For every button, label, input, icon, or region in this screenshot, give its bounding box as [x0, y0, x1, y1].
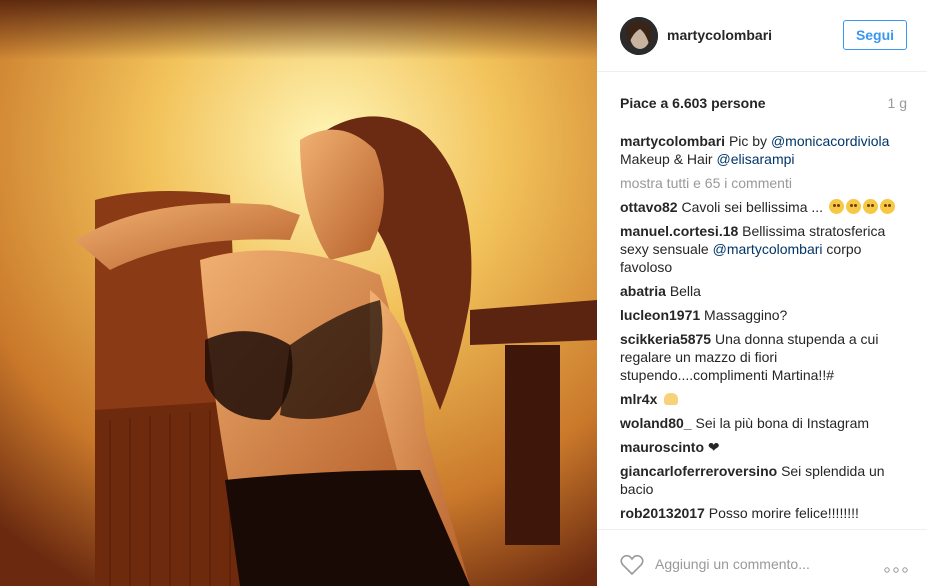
comment-username[interactable]: scikkeria5875	[620, 331, 711, 347]
comment-mention[interactable]: @martycolombari	[713, 241, 823, 257]
heart-outline-icon-svg	[620, 554, 644, 576]
list-item: abatria Bella	[620, 282, 909, 300]
post-author-username[interactable]: martycolombari	[667, 27, 772, 43]
list-item: scikkeria5875 Una donna stupenda a cui r…	[620, 330, 909, 384]
caption-text: Makeup & Hair	[620, 151, 713, 167]
caption: martycolombari Pic by @monicacordiviola …	[620, 132, 909, 168]
comment-text: Sei la più bona di Instagram	[695, 415, 870, 431]
comment-username[interactable]: rob20132017	[620, 505, 705, 521]
post-photo-image	[0, 0, 597, 586]
heart-outline-icon[interactable]	[620, 554, 644, 581]
caption-text: Pic by	[728, 133, 768, 149]
list-item: ottavo82 Cavoli sei bellissima ...	[620, 198, 909, 216]
kissing-face-icon	[845, 199, 861, 214]
instagram-post: martycolombari Segui Piace a 6.603 perso…	[0, 0, 927, 586]
comment-username[interactable]: lucleon1971	[620, 307, 700, 323]
avatar[interactable]	[620, 17, 658, 55]
follow-button[interactable]: Segui	[843, 20, 907, 50]
heart-eyes-face-icon	[879, 199, 895, 214]
comment-text: Posso morire felice!!!!!!!!	[708, 505, 859, 521]
caption-mention[interactable]: @elisarampi	[716, 151, 794, 167]
list-item: mlr4x	[620, 390, 909, 408]
list-item: giancarloferreroversino Sei splendida un…	[620, 462, 909, 498]
comments-list: martycolombari Pic by @monicacordiviola …	[620, 132, 909, 528]
list-item: manuel.cortesi.18 Bellissima stratosferi…	[620, 222, 909, 276]
comment-footer: Aggiungi un commento...	[597, 529, 927, 586]
raised-hand-icon	[664, 393, 679, 405]
comment-username[interactable]: mauroscinto	[620, 439, 704, 455]
avatar-image	[620, 17, 658, 55]
list-item: mauroscinto ❤	[620, 438, 909, 456]
post-photo[interactable]	[0, 0, 597, 586]
comment-username[interactable]: ottavo82	[620, 199, 678, 215]
post-header: martycolombari Segui	[597, 0, 927, 72]
more-options-icon-svg	[884, 567, 908, 573]
comment-username[interactable]: manuel.cortesi.18	[620, 223, 738, 239]
kissing-face-icon	[828, 199, 844, 214]
comment-username[interactable]: mlr4x	[620, 391, 657, 407]
caption-username[interactable]: martycolombari	[620, 133, 725, 149]
post-side-panel: martycolombari Segui Piace a 6.603 perso…	[597, 0, 927, 586]
list-item: woland80_ Sei la più bona di Instagram	[620, 414, 909, 432]
comment-text: Massaggino?	[704, 307, 788, 323]
list-item: lucleon1971 Massaggino?	[620, 306, 909, 324]
comment-username[interactable]: abatria	[620, 283, 666, 299]
comment-text: Bella	[669, 283, 701, 299]
comment-username[interactable]: giancarloferreroversino	[620, 463, 777, 479]
more-options-icon[interactable]	[884, 560, 908, 578]
heart-eyes-face-icon	[862, 199, 878, 214]
add-comment-input[interactable]: Aggiungi un commento...	[655, 556, 810, 572]
post-time[interactable]: 1 g	[888, 95, 907, 111]
list-item: rob20132017 Posso morire felice!!!!!!!!	[620, 504, 909, 522]
caption-mention[interactable]: @monicacordiviola	[771, 133, 889, 149]
likes-count[interactable]: Piace a 6.603 persone	[620, 95, 766, 111]
comment-username[interactable]: woland80_	[620, 415, 692, 431]
heart-emoji-icon: ❤	[707, 439, 720, 455]
comment-text: Cavoli sei bellissima ...	[681, 199, 824, 215]
likes-row: Piace a 6.603 persone 1 g	[620, 95, 907, 113]
view-all-comments-link[interactable]: mostra tutti e 65 i commenti	[620, 174, 909, 192]
